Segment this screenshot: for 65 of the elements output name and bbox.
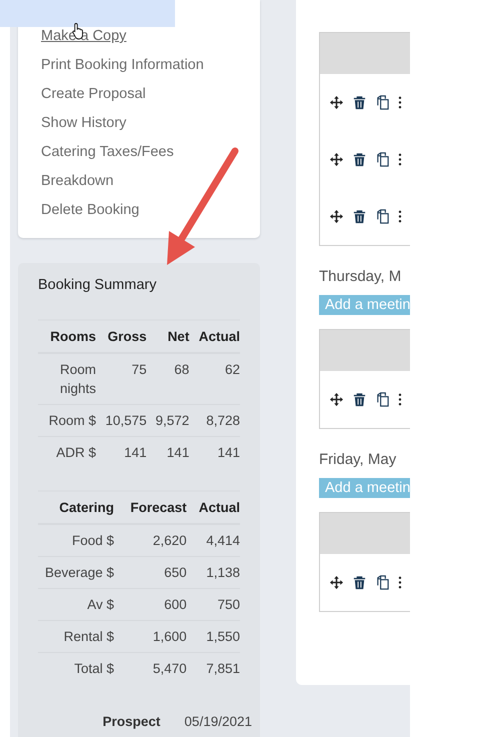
day-heading: Thursday, M [319,268,402,285]
more-icon[interactable] [398,95,402,110]
trash-icon[interactable] [352,392,367,407]
move-icon[interactable] [329,209,344,224]
move-icon[interactable] [329,152,344,167]
menu-item[interactable]: Create Proposal [41,84,260,105]
table-cell: 5,470 [114,652,187,684]
table-cell: 141 [146,436,190,468]
day-heading: Friday, May [319,451,398,468]
table-cell: 750 [186,588,240,620]
column-header: Catering [38,491,114,524]
move-icon[interactable] [329,392,344,407]
column-header: Actual [189,320,240,353]
table-cell: Room $ [38,404,96,436]
table-cell: Rental $ [38,620,114,652]
trash-icon[interactable] [352,575,367,590]
table-cell: 9,572 [146,404,190,436]
copy-icon[interactable] [375,575,390,590]
trash-icon[interactable] [352,209,367,224]
table-cell: 600 [114,588,187,620]
status-label: Prospect [102,714,160,729]
copy-icon[interactable] [375,392,390,407]
table-cell: Food $ [38,524,114,556]
table-cell: 141 [189,436,240,468]
column-header: Gross [96,320,147,353]
trash-icon[interactable] [352,95,367,110]
table-cell: 10,575 [96,404,147,436]
menu-item[interactable]: Breakdown [41,171,260,192]
table-cell: ADR $ [38,436,96,468]
table-cell: Total $ [38,652,114,684]
table-cell: 62 [189,353,240,404]
copy-icon[interactable] [375,209,390,224]
column-header: Forecast [114,491,187,524]
menu-item[interactable]: Delete Booking [41,200,260,221]
menu-item[interactable]: Catering Taxes/Fees [41,142,260,163]
table-cell: 7,851 [186,652,240,684]
table-cell: 4,414 [186,524,240,556]
move-icon[interactable] [329,575,344,590]
table-cell: 650 [114,556,187,588]
table-cell: Beverage $ [38,556,114,588]
trash-icon[interactable] [352,152,367,167]
table-cell: 1,600 [114,620,187,652]
table-cell: 68 [146,353,190,404]
more-icon[interactable] [398,152,402,167]
menu-item[interactable]: Show History [41,113,260,134]
table-cell: 8,728 [189,404,240,436]
column-header: Net [146,320,190,353]
table-cell: 1,550 [186,620,240,652]
more-icon[interactable] [398,209,402,224]
copy-icon[interactable] [375,95,390,110]
table-cell: 2,620 [114,524,187,556]
table-cell: Room nights [38,353,96,404]
more-icon[interactable] [398,392,402,407]
panel-title: Booking Summary [38,277,158,293]
table-cell: 141 [96,436,147,468]
status-date: 05/19/2021 [184,714,252,729]
menu-item[interactable]: Print Booking Information [41,55,260,76]
copy-icon[interactable] [375,152,390,167]
table-cell: 1,138 [186,556,240,588]
table-cell: Av $ [38,588,114,620]
move-icon[interactable] [329,95,344,110]
more-icon[interactable] [398,575,402,590]
table-cell: 75 [96,353,147,404]
column-header: Actual [186,491,240,524]
column-header: Rooms [38,320,96,353]
